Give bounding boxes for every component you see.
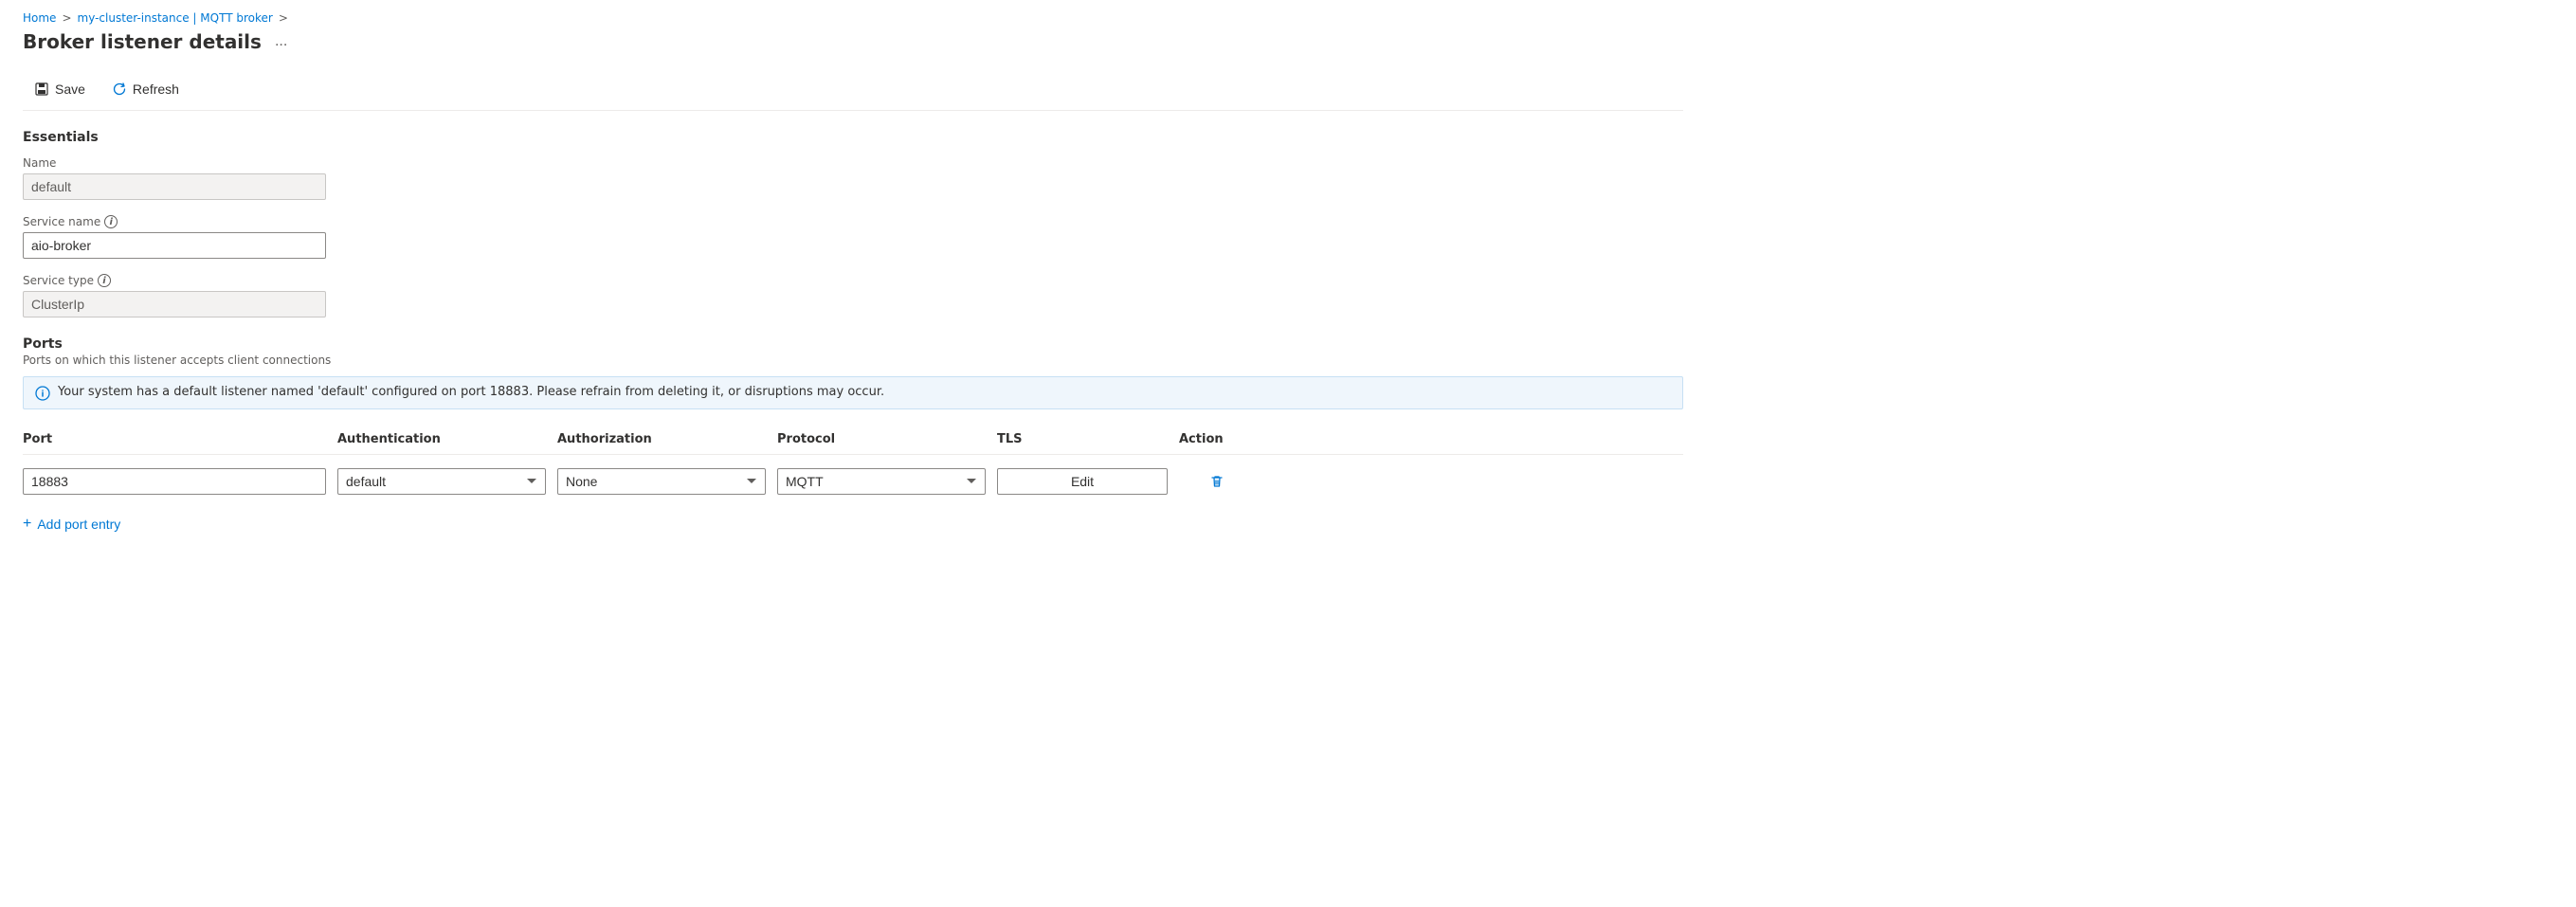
service-name-field-group: Service name i [23, 215, 1683, 259]
protocol-select[interactable]: MQTT WebSocket [777, 468, 986, 495]
service-name-label: Service name i [23, 215, 1683, 228]
save-icon [34, 82, 49, 97]
page-title: Broker listener details [23, 30, 262, 53]
service-type-label: Service type i [23, 274, 1683, 287]
table-header: Port Authentication Authorization Protoc… [23, 425, 1683, 455]
save-button[interactable]: Save [23, 76, 97, 102]
col-header-action: Action [1179, 432, 1255, 446]
breadcrumb-cluster[interactable]: my-cluster-instance | MQTT broker [78, 11, 273, 25]
add-port-button[interactable]: + Add port entry [23, 508, 120, 540]
page-container: Home > my-cluster-instance | MQTT broker… [0, 0, 1706, 563]
refresh-icon [112, 82, 127, 97]
name-field-group: Name [23, 156, 1683, 200]
refresh-button[interactable]: Refresh [100, 76, 190, 102]
service-type-info-icon[interactable]: i [98, 274, 111, 287]
plus-icon: + [23, 516, 31, 533]
delete-icon [1209, 474, 1225, 489]
save-label: Save [55, 82, 85, 97]
ports-section-title: Ports [23, 336, 1683, 352]
name-input [23, 173, 326, 200]
breadcrumb: Home > my-cluster-instance | MQTT broker… [23, 11, 1683, 25]
refresh-label: Refresh [133, 82, 179, 97]
breadcrumb-sep-2: > [279, 11, 288, 25]
add-port-label: Add port entry [37, 517, 120, 532]
essentials-section: Essentials Name Service name i Service t… [23, 130, 1683, 317]
toolbar: Save Refresh [23, 68, 1683, 111]
essentials-section-title: Essentials [23, 130, 1683, 145]
info-banner-text: Your system has a default listener named… [58, 385, 884, 399]
ports-subtitle: Ports on which this listener accepts cli… [23, 354, 1683, 367]
service-type-input [23, 291, 326, 317]
ports-table: Port Authentication Authorization Protoc… [23, 425, 1683, 500]
breadcrumb-home[interactable]: Home [23, 11, 56, 25]
port-number-input[interactable] [23, 468, 326, 495]
table-row: default None None default MQTT WebSocket… [23, 463, 1683, 500]
col-header-tls: TLS [997, 432, 1168, 446]
name-label: Name [23, 156, 1683, 170]
service-type-field-group: Service type i [23, 274, 1683, 317]
info-banner: Your system has a default listener named… [23, 376, 1683, 409]
service-name-input[interactable] [23, 232, 326, 259]
col-header-authentication: Authentication [337, 432, 546, 446]
ports-section: Ports Ports on which this listener accep… [23, 336, 1683, 540]
more-options-button[interactable]: ... [269, 31, 293, 52]
col-header-port: Port [23, 432, 326, 446]
delete-row-button[interactable] [1179, 470, 1255, 493]
page-title-row: Broker listener details ... [23, 30, 1683, 53]
authentication-select[interactable]: default None [337, 468, 546, 495]
col-header-protocol: Protocol [777, 432, 986, 446]
tls-edit-button[interactable]: Edit [997, 468, 1168, 495]
service-name-info-icon[interactable]: i [104, 215, 118, 228]
col-header-authorization: Authorization [557, 432, 766, 446]
authorization-select[interactable]: None default [557, 468, 766, 495]
breadcrumb-sep-1: > [62, 11, 71, 25]
info-banner-icon [35, 386, 50, 401]
